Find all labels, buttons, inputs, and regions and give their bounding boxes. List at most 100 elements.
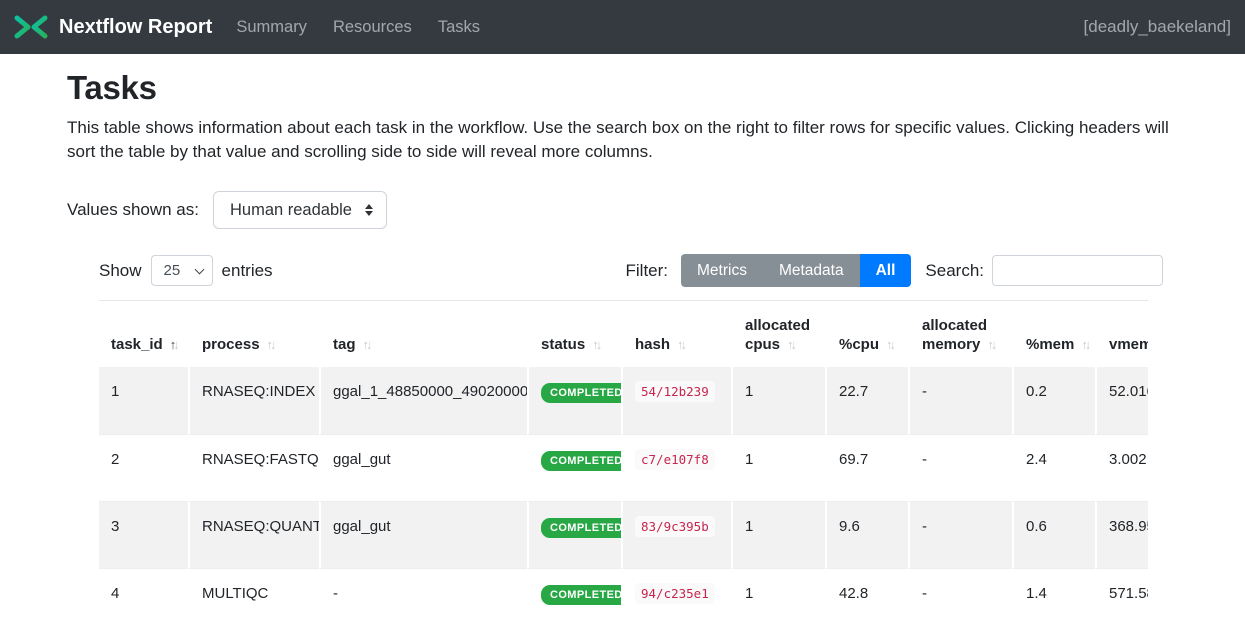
cell-pcpu: 69.7 — [825, 434, 908, 501]
filter-button-metrics[interactable]: Metrics — [681, 254, 763, 287]
column-header-hash[interactable]: hash↑↓ — [621, 301, 731, 367]
cell-allocated-cpus: 1 — [731, 367, 825, 434]
cell-vmem: 368.95 MB — [1095, 501, 1148, 568]
filter-button-all[interactable]: All — [860, 254, 912, 287]
brand-title: Nextflow Report — [59, 16, 212, 39]
column-header-task-id[interactable]: task_id↑↓ — [99, 301, 188, 367]
search-input[interactable] — [992, 255, 1163, 286]
table-body: 1RNASEQ:INDEXggal_1_48850000_49020000COM… — [99, 367, 1148, 635]
cell-process: RNASEQ:FASTQC — [188, 434, 319, 501]
cell-allocated-memory: - — [908, 568, 1012, 635]
cell-allocated-memory: - — [908, 367, 1012, 434]
sort-icon: ↑↓ — [592, 335, 599, 354]
table-row: 2RNASEQ:FASTQCggal_gut COMPLETED c7/e107f8… — [99, 434, 1148, 501]
column-header-vmem[interactable]: vmem↑↓ — [1095, 301, 1148, 367]
filter-button-group: MetricsMetadataAll — [681, 254, 911, 287]
column-header-mem[interactable]: %mem↑↓ — [1012, 301, 1095, 367]
sort-icon: ↑↓ — [1081, 335, 1088, 354]
cell-allocated-cpus: 1 — [731, 434, 825, 501]
cell-vmem: 571.58 MB — [1095, 568, 1148, 635]
cell-task-id: 2 — [99, 434, 188, 501]
filter-search-group: Filter: MetricsMetadataAll Search: — [626, 254, 1164, 287]
filter-label: Filter: — [626, 261, 669, 281]
page-description: This table shows information about each … — [67, 116, 1172, 164]
table-row: 1RNASEQ:INDEXggal_1_48850000_49020000COM… — [99, 367, 1148, 434]
page-length-value: 25 — [164, 262, 181, 279]
hash-code: 54/12b239 — [635, 381, 715, 402]
cell-task-id: 3 — [99, 501, 188, 568]
table-row: 4MULTIQC-COMPLETED94/c235e1142.8-1.4571.… — [99, 568, 1148, 635]
cell-pcpu: 22.7 — [825, 367, 908, 434]
page-length-select[interactable]: 25 — [151, 255, 213, 286]
hash-code: 94/c235e1 — [635, 583, 715, 604]
table-scroll-area[interactable]: task_id↑↓process↑↓tag↑↓status↑↓hash↑↓all… — [99, 300, 1148, 635]
sort-icon: ↑↓ — [787, 335, 794, 354]
sort-icon: ↑↓ — [267, 335, 274, 354]
cell-tag: - — [319, 568, 527, 635]
cell-allocated-memory: - — [908, 434, 1012, 501]
cell-hash: 54/12b239 — [621, 367, 731, 434]
cell-task-id: 4 — [99, 568, 188, 635]
sort-icon: ↑↓ — [987, 335, 994, 354]
nav-link-summary[interactable]: Summary — [223, 18, 320, 37]
cell-tag: ggal_gut — [319, 434, 527, 501]
cell-pmem: 1.4 — [1012, 568, 1095, 635]
column-header-process[interactable]: process↑↓ — [188, 301, 319, 367]
cell-process: RNASEQ:QUANT — [188, 501, 319, 568]
table-header-row: task_id↑↓process↑↓tag↑↓status↑↓hash↑↓all… — [99, 301, 1148, 367]
cell-task-id: 1 — [99, 367, 188, 434]
sort-icon: ↑↓ — [170, 335, 177, 354]
table-controls: Show 25 entries Filter: MetricsMetadataA… — [99, 254, 1163, 287]
values-shown-select[interactable]: Human readable — [213, 191, 387, 229]
status-badge: COMPLETED — [541, 585, 621, 605]
status-badge: COMPLETED — [541, 518, 621, 538]
cell-status: COMPLETED — [527, 434, 621, 501]
cell-allocated-cpus: 1 — [731, 501, 825, 568]
cell-status: COMPLETED — [527, 501, 621, 568]
nav-link-resources[interactable]: Resources — [320, 18, 425, 37]
sort-icon: ↑↓ — [363, 335, 370, 354]
datatable-wrapper: Show 25 entries Filter: MetricsMetadataA… — [99, 254, 1163, 635]
hash-code: 83/9c395b — [635, 516, 715, 537]
column-header-allocated-memory[interactable]: allocatedmemory↑↓ — [908, 301, 1012, 367]
sort-icon: ↑↓ — [677, 335, 684, 354]
main-content: Tasks This table shows information about… — [0, 69, 1245, 635]
entries-label: entries — [222, 261, 273, 281]
search-label: Search: — [925, 261, 984, 281]
page-length-group: Show 25 entries — [99, 255, 273, 286]
cell-hash: c7/e107f8 — [621, 434, 731, 501]
show-label: Show — [99, 261, 142, 281]
brand-link[interactable]: Nextflow Report — [14, 12, 212, 42]
cell-vmem: 52.016 MB — [1095, 367, 1148, 434]
cell-tag: ggal_1_48850000_49020000 — [319, 367, 527, 434]
tasks-table: task_id↑↓process↑↓tag↑↓status↑↓hash↑↓all… — [99, 301, 1148, 635]
cell-process: MULTIQC — [188, 568, 319, 635]
cell-tag: ggal_gut — [319, 501, 527, 568]
values-shown-value: Human readable — [230, 201, 352, 220]
cell-pcpu: 9.6 — [825, 501, 908, 568]
table-row: 3RNASEQ:QUANTggal_gut COMPLETED 83/9c395b 1… — [99, 501, 1148, 568]
filter-button-metadata[interactable]: Metadata — [763, 254, 860, 287]
sort-icon: ↑↓ — [886, 335, 893, 354]
cell-hash: 94/c235e1 — [621, 568, 731, 635]
column-header-allocated-cpus[interactable]: allocatedcpus↑↓ — [731, 301, 825, 367]
nav-link-tasks[interactable]: Tasks — [425, 18, 493, 37]
nav-links: SummaryResourcesTasks — [223, 18, 493, 37]
status-badge: COMPLETED — [541, 451, 621, 471]
hash-code: c7/e107f8 — [635, 449, 715, 470]
column-header-cpu[interactable]: %cpu↑↓ — [825, 301, 908, 367]
nextflow-logo-icon — [14, 12, 48, 42]
column-header-tag[interactable]: tag↑↓ — [319, 301, 527, 367]
status-badge: COMPLETED — [541, 383, 621, 403]
cell-pmem: 0.6 — [1012, 501, 1095, 568]
select-updown-icon — [365, 204, 373, 216]
cell-allocated-memory: - — [908, 501, 1012, 568]
cell-process: RNASEQ:INDEX — [188, 367, 319, 434]
cell-allocated-cpus: 1 — [731, 568, 825, 635]
column-header-status[interactable]: status↑↓ — [527, 301, 621, 367]
page-title: Tasks — [67, 69, 1178, 107]
run-name: [deadly_baekeland] — [1084, 17, 1231, 37]
chevron-down-icon — [194, 264, 204, 274]
cell-pcpu: 42.8 — [825, 568, 908, 635]
cell-status: COMPLETED — [527, 568, 621, 635]
